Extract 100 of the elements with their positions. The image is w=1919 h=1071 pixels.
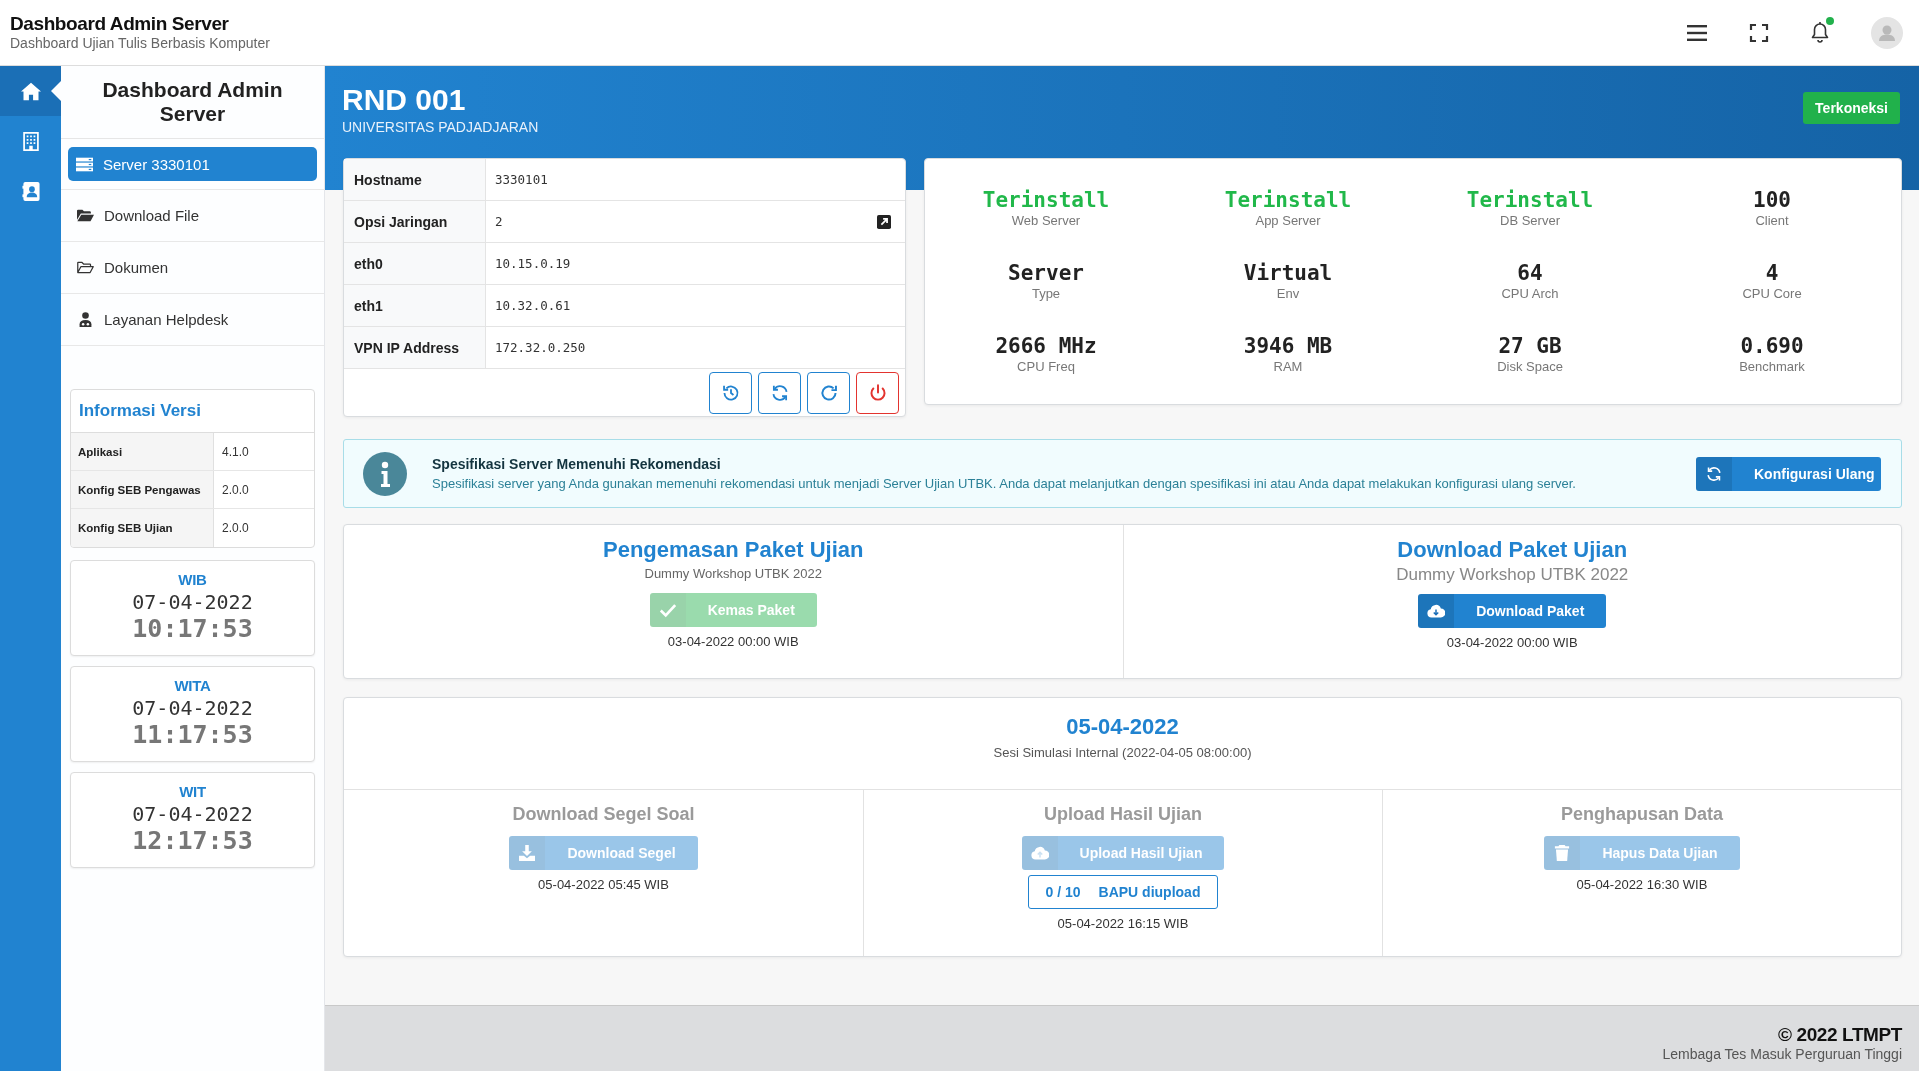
stat-value: 2666 MHz (995, 333, 1097, 359)
redo-icon (819, 384, 838, 402)
info-label: Opsi Jaringan (344, 201, 486, 242)
info-value: 172.32.0.250 (495, 340, 586, 355)
package-title: Pengemasan Paket Ujian (603, 536, 864, 564)
stat-label: Disk Space (1497, 359, 1563, 375)
contact-card-icon (20, 181, 41, 201)
info-label: Hostname (344, 159, 486, 200)
folder-icon (77, 260, 94, 275)
stat-label: CPU Arch (1501, 286, 1559, 302)
clock-time: 11:17:53 (132, 721, 253, 749)
package-date: 03-04-2022 00:00 WIB (667, 634, 799, 650)
version-label: Konfig SEB Ujian (71, 509, 214, 547)
copyright-text: © 2022 LTMPT (1778, 1024, 1902, 1046)
stat-value: Server (1008, 260, 1084, 286)
stat-label: CPU Core (1742, 286, 1802, 302)
version-value: 4.1.0 (221, 443, 250, 461)
info-icon (363, 451, 407, 496)
stat-value: Terinstall (1466, 187, 1594, 213)
step-title: Upload Hasil Ujian (1044, 803, 1202, 826)
stat-label: Client (1755, 213, 1789, 229)
alert-title: Spesifikasi Server Memenuhi Rekomendasi (432, 456, 722, 472)
stat-value: 0.690 (1740, 333, 1804, 359)
sidebar-item[interactable]: Dokumen (61, 242, 324, 294)
home-icon (20, 81, 41, 101)
clock-date: 07-04-2022 (132, 695, 253, 721)
sidebar-item[interactable]: Layanan Helpdesk (61, 294, 324, 346)
user-icon (77, 312, 94, 327)
package-subtitle: Dummy Workshop UTBK 2022 (1396, 565, 1629, 585)
info-label: eth1 (344, 285, 486, 326)
session-date: 05-04-2022 (1066, 713, 1179, 741)
connection-status: Terkoneksi (1803, 92, 1900, 124)
check-icon (649, 593, 686, 627)
stat-label: App Server (1255, 213, 1321, 229)
app-title: Dashboard Admin Server (10, 13, 230, 35)
reconfigure-button[interactable]: Konfigurasi Ulang (1696, 456, 1881, 491)
step-date: 05-04-2022 05:45 WIB (538, 877, 669, 893)
refresh-icon (770, 384, 789, 402)
external-link-icon[interactable] (877, 214, 891, 229)
download-package-button[interactable]: Download Paket (1418, 594, 1607, 628)
power-button[interactable] (856, 372, 899, 414)
clock-time: 10:17:53 (132, 615, 253, 643)
info-label: VPN IP Address (344, 327, 486, 368)
stat-value: Terinstall (1224, 187, 1352, 213)
info-value: 10.15.0.19 (495, 256, 571, 271)
cloud-upload-icon (1021, 836, 1058, 870)
stat-value: 64 (1517, 260, 1543, 286)
clock-date: 07-04-2022 (132, 801, 253, 827)
app-subtitle: Dashboard Ujian Tulis Berbasis Komputer (10, 35, 270, 52)
cloud-download-icon (1418, 594, 1455, 628)
step-title: Download Segel Soal (512, 803, 695, 826)
sidebar-title: Dashboard Admin Server (61, 66, 324, 139)
refresh-button[interactable] (758, 372, 801, 414)
sidebar-item[interactable]: Server 3330101 (68, 147, 317, 181)
history-button[interactable] (709, 372, 752, 414)
package-title: Download Paket Ujian (1397, 536, 1628, 564)
notification-bell-icon[interactable] (1811, 22, 1829, 43)
stat-value: 3946 MB (1243, 333, 1333, 359)
refresh-icon (1696, 456, 1732, 491)
info-value: 10.32.0.61 (495, 298, 571, 313)
menu-icon[interactable] (1687, 23, 1707, 42)
open-folder-icon (77, 208, 94, 223)
stat-value: Terinstall (982, 187, 1110, 213)
session-name: Sesi Simulasi Internal (2022-04-05 08:00:00) (993, 744, 1252, 762)
fullscreen-icon[interactable] (1749, 23, 1769, 42)
site-subtitle: UNIVERSITAS PADJADJARAN (342, 118, 539, 136)
info-value: 3330101 (495, 172, 548, 187)
version-label: Aplikasi (71, 433, 214, 470)
stat-label: Web Server (1011, 213, 1081, 229)
power-icon (868, 384, 887, 402)
stat-value: 100 (1753, 187, 1791, 213)
version-label: Konfig SEB Pengawas (71, 471, 214, 508)
clock-time: 12:17:53 (132, 827, 253, 855)
package-subtitle: Dummy Workshop UTBK 2022 (644, 565, 822, 583)
site-title: RND 001 (342, 82, 467, 118)
info-value: 2 (495, 214, 503, 229)
stat-label: Benchmark (1739, 359, 1805, 375)
stat-label: CPU Freq (1017, 359, 1075, 375)
stat-label: Type (1031, 286, 1061, 302)
package-date: 03-04-2022 00:00 WIB (1446, 635, 1578, 651)
history-icon (721, 384, 740, 402)
timezone-label: WITA (174, 677, 211, 695)
info-label: eth0 (344, 243, 486, 284)
timezone-label: WIB (178, 571, 207, 589)
stat-value: 4 (1765, 260, 1779, 286)
step-date: 05-04-2022 16:30 WIB (1576, 877, 1708, 893)
stat-label: DB Server (1500, 213, 1560, 229)
redo-button[interactable] (807, 372, 850, 414)
trash-icon (1544, 836, 1581, 870)
alert-message: Spesifikasi server yang Anda gunakan memenuhi rekomendasi untuk menjadi Server Ujian UTBK. Anda dapat melanjutkan dengan spesifikasi ini atau Anda dapat melakukan konfigurasi ulang server. (432, 476, 1577, 491)
server-icon (76, 156, 93, 172)
version-value: 2.0.0 (221, 520, 250, 537)
stat-value: 27 GB (1498, 333, 1562, 359)
version-value: 2.0.0 (221, 481, 250, 499)
stat-value: Virtual (1243, 260, 1333, 286)
icon-bar-item[interactable] (0, 66, 61, 116)
stat-label: RAM (1273, 359, 1303, 375)
organization-name: Lembaga Tes Masuk Perguruan Tinggi (1662, 1046, 1902, 1063)
step-title: Penghapusan Data (1560, 803, 1723, 826)
sidebar-item[interactable]: Download File (61, 190, 324, 242)
